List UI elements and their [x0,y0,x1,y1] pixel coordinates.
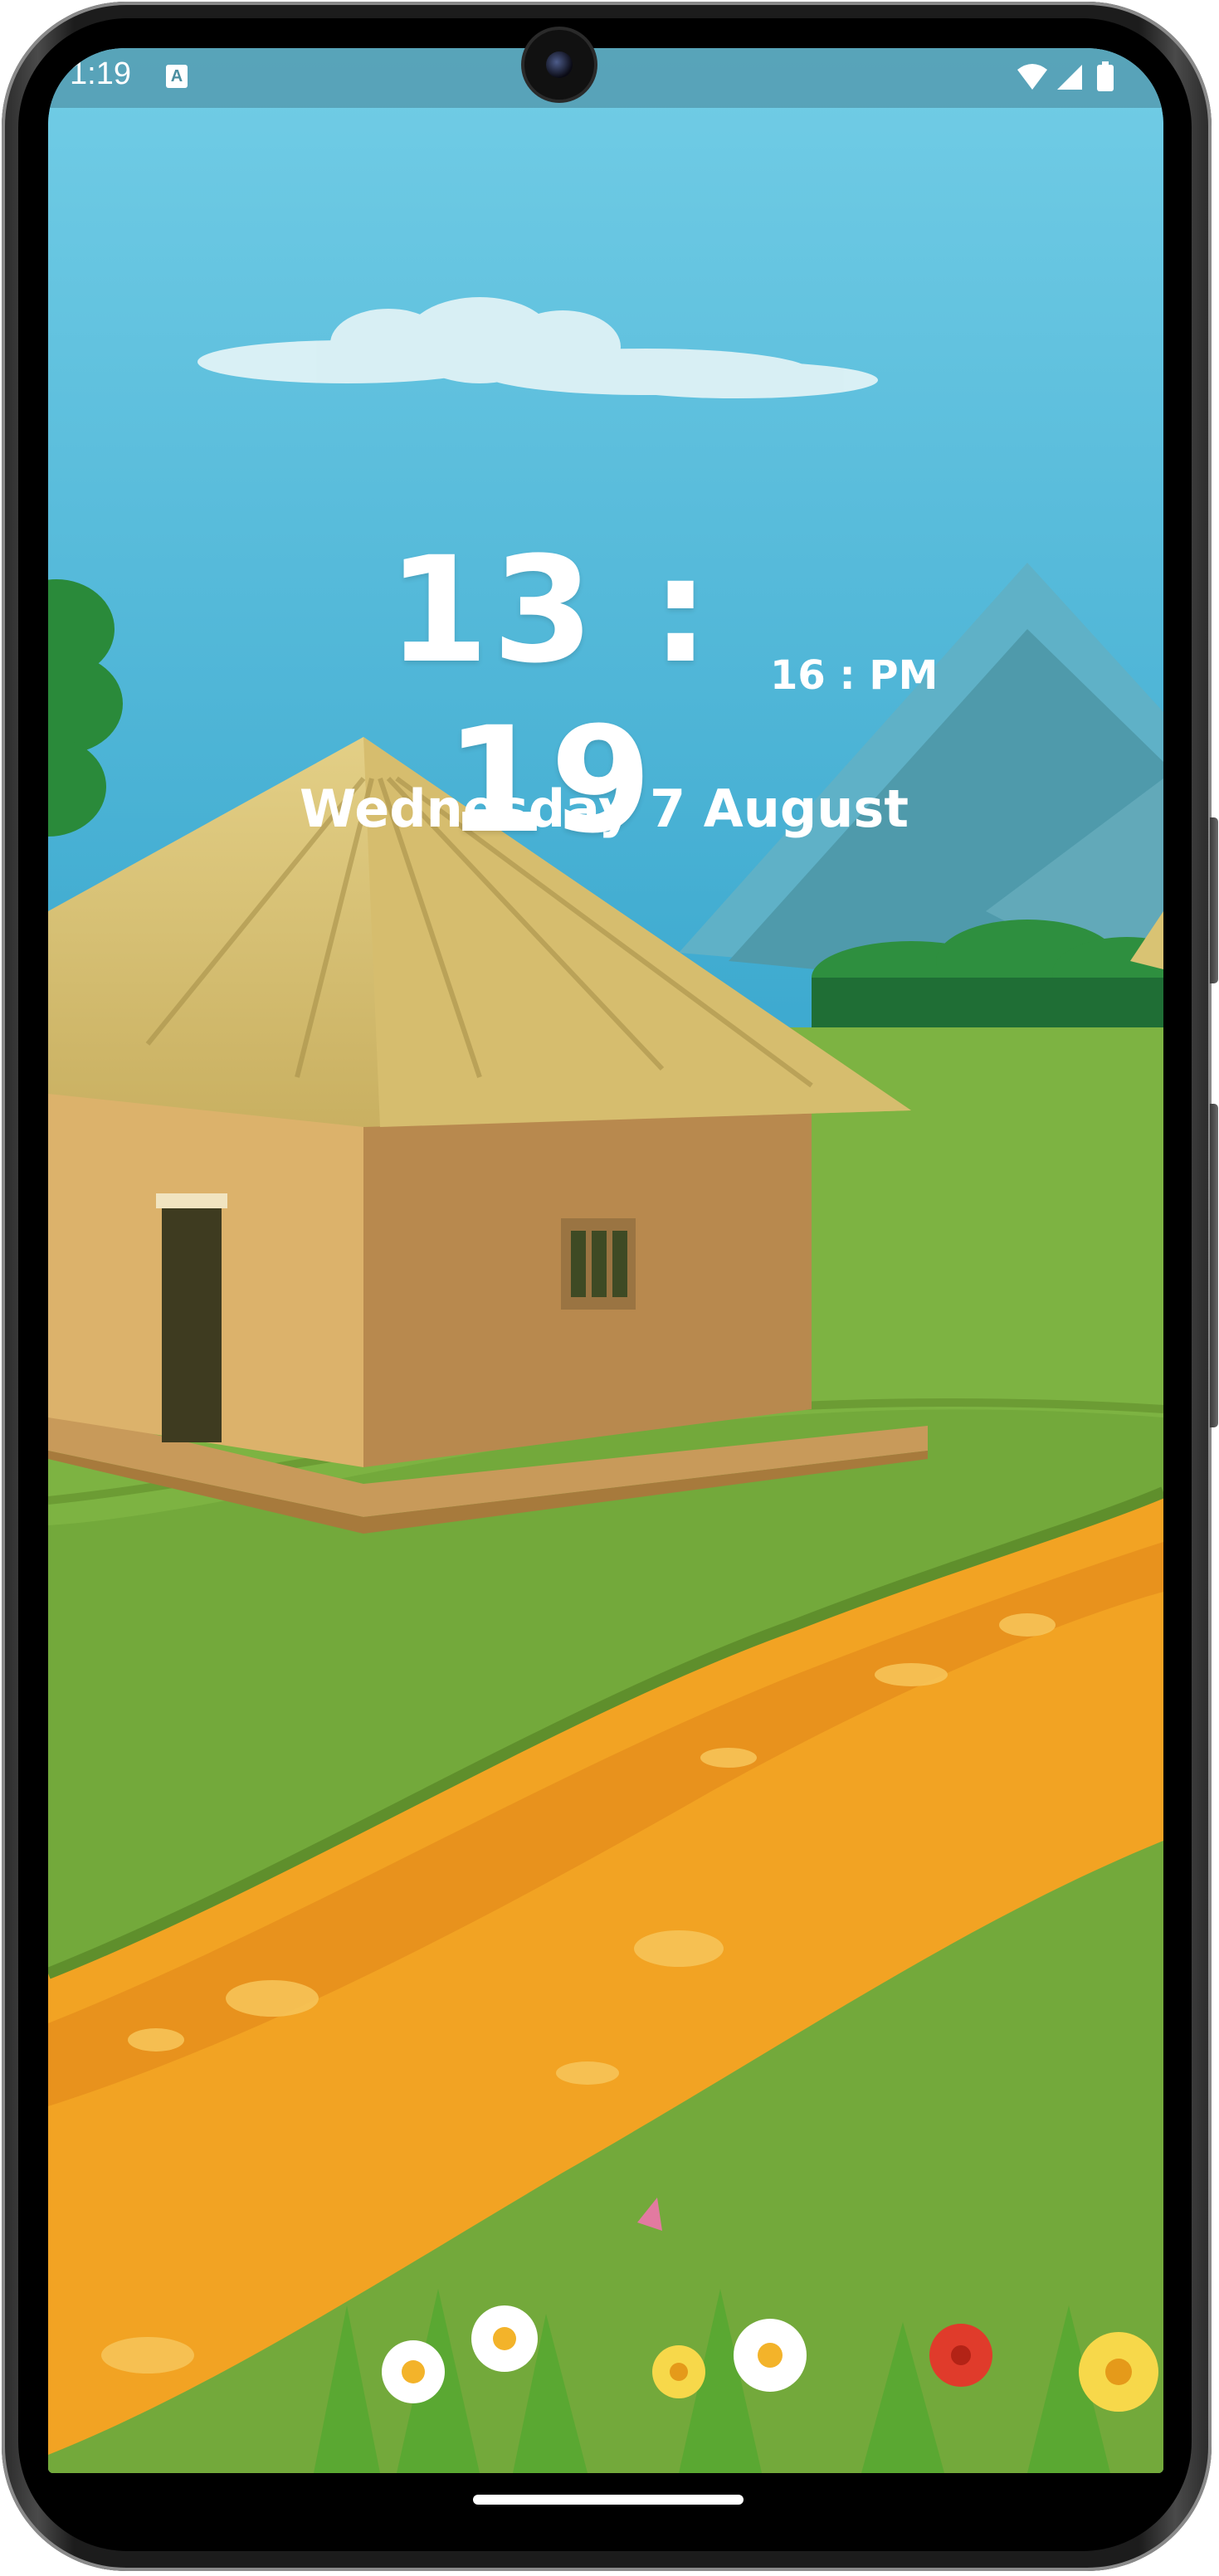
status-time: 1:19 [70,56,131,91]
lock-screen-date: Wednesday 7 August [300,778,909,839]
front-camera [524,30,594,100]
volume-button [1210,817,1218,983]
clock-suffix: 16 : PM [770,652,939,699]
gesture-navigation-bar[interactable] [473,2495,744,2505]
wifi-icon [1017,64,1047,90]
battery-icon [1097,65,1114,91]
status-bar: 1:19 A [48,48,1163,108]
lock-screen[interactable]: 1:19 A 13 : 19 16 : PM Wednesday 7 Augus… [48,48,1163,2473]
status-icons [1017,61,1114,91]
a-icon: A [166,65,188,88]
power-button [1210,1104,1218,1427]
wallpaper-village-scene [48,48,1163,2473]
signal-icon [1057,65,1082,90]
phone-frame: 1:19 A 13 : 19 16 : PM Wednesday 7 Augus… [0,0,1219,2576]
